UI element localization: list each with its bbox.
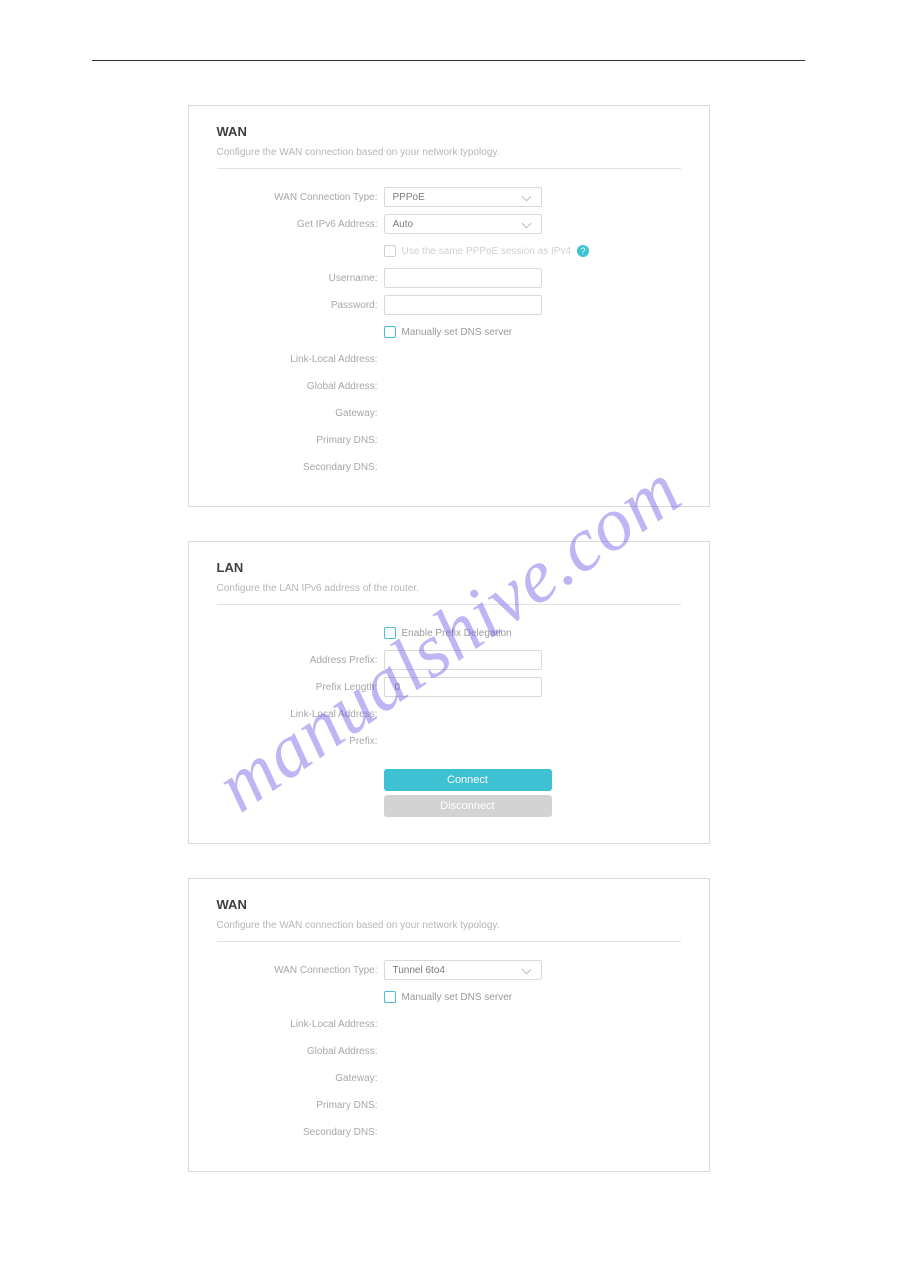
wan-6to4-panel: WAN Configure the WAN connection based o… xyxy=(188,878,710,1172)
username-label: Username: xyxy=(217,273,384,284)
password-input[interactable] xyxy=(384,295,542,315)
disconnect-button[interactable]: Disconnect xyxy=(384,795,552,817)
enable-prefix-label: Enable Prefix Delegation xyxy=(402,628,512,639)
chevron-down-icon xyxy=(523,965,533,975)
wan-conn-type-select[interactable]: PPPoE xyxy=(384,187,542,207)
manual-dns-checkbox[interactable] xyxy=(384,326,396,338)
same-pppoe-checkbox[interactable] xyxy=(384,245,396,257)
get-ipv6-select[interactable]: Auto xyxy=(384,214,542,234)
username-input[interactable] xyxy=(384,268,542,288)
lan-subtitle: Configure the LAN IPv6 address of the ro… xyxy=(217,583,681,605)
wan-subtitle: Configure the WAN connection based on yo… xyxy=(217,147,681,169)
lan-panel: LAN Configure the LAN IPv6 address of th… xyxy=(188,541,710,844)
wan2-primary-dns-label: Primary DNS: xyxy=(217,1100,384,1111)
help-icon[interactable]: ? xyxy=(577,245,589,257)
address-prefix-input[interactable] xyxy=(384,650,542,670)
wan-conn-type-value: PPPoE xyxy=(393,192,425,203)
enable-prefix-checkbox[interactable] xyxy=(384,627,396,639)
wan-title: WAN xyxy=(217,124,681,139)
chevron-down-icon xyxy=(523,219,533,229)
wan2-subtitle: Configure the WAN connection based on yo… xyxy=(217,920,681,942)
wan2-global-label: Global Address: xyxy=(217,1046,384,1057)
lan-prefix-label: Prefix: xyxy=(217,736,384,747)
gateway-label: Gateway: xyxy=(217,408,384,419)
wan2-gateway-label: Gateway: xyxy=(217,1073,384,1084)
connect-button[interactable]: Connect xyxy=(384,769,552,791)
wan2-manual-dns-label: Manually set DNS server xyxy=(402,992,513,1003)
page-divider xyxy=(92,60,805,61)
wan2-conn-type-label: WAN Connection Type: xyxy=(217,965,384,976)
wan2-link-local-label: Link-Local Address: xyxy=(217,1019,384,1030)
link-local-label: Link-Local Address: xyxy=(217,354,384,365)
prefix-length-input[interactable] xyxy=(384,677,542,697)
wan2-title: WAN xyxy=(217,897,681,912)
wan2-conn-type-select[interactable]: Tunnel 6to4 xyxy=(384,960,542,980)
password-label: Password: xyxy=(217,300,384,311)
manual-dns-label: Manually set DNS server xyxy=(402,327,513,338)
wan2-secondary-dns-label: Secondary DNS: xyxy=(217,1127,384,1138)
secondary-dns-label: Secondary DNS: xyxy=(217,462,384,473)
lan-title: LAN xyxy=(217,560,681,575)
prefix-length-label: Prefix Length: xyxy=(217,682,384,693)
get-ipv6-value: Auto xyxy=(393,219,414,230)
wan-pppoe-panel: WAN Configure the WAN connection based o… xyxy=(188,105,710,507)
primary-dns-label: Primary DNS: xyxy=(217,435,384,446)
chevron-down-icon xyxy=(523,192,533,202)
wan2-manual-dns-checkbox[interactable] xyxy=(384,991,396,1003)
same-pppoe-label: Use the same PPPoE session as IPv4 xyxy=(402,246,572,257)
get-ipv6-label: Get IPv6 Address: xyxy=(217,219,384,230)
address-prefix-label: Address Prefix: xyxy=(217,655,384,666)
wan-conn-type-label: WAN Connection Type: xyxy=(217,192,384,203)
lan-link-local-label: Link-Local Address: xyxy=(217,709,384,720)
global-address-label: Global Address: xyxy=(217,381,384,392)
wan2-conn-type-value: Tunnel 6to4 xyxy=(393,965,445,976)
